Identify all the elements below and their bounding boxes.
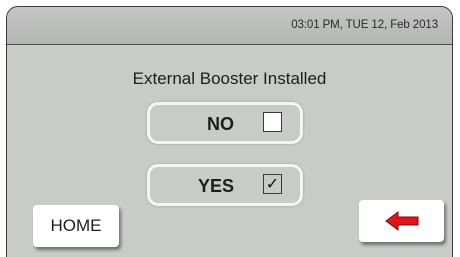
option-no-button[interactable]: NO — [147, 102, 303, 144]
back-button[interactable] — [359, 200, 444, 242]
option-yes-label: YES — [197, 176, 234, 196]
left-arrow-icon — [385, 211, 419, 231]
option-yes-checkbox[interactable]: ✓ — [263, 174, 282, 194]
option-yes-button[interactable]: YES ✓ — [147, 164, 303, 206]
touch-screen: 03:01 PM, TUE 12, Feb 2013 External Boos… — [6, 6, 453, 257]
option-no-label: NO — [207, 114, 234, 134]
home-button[interactable]: HOME — [33, 205, 119, 247]
page-title: External Booster Installed — [132, 69, 327, 88]
datetime-display: 03:01 PM, TUE 12, Feb 2013 — [291, 19, 438, 31]
status-bar: 03:01 PM, TUE 12, Feb 2013 — [7, 7, 452, 45]
option-no-checkbox[interactable] — [263, 112, 282, 132]
